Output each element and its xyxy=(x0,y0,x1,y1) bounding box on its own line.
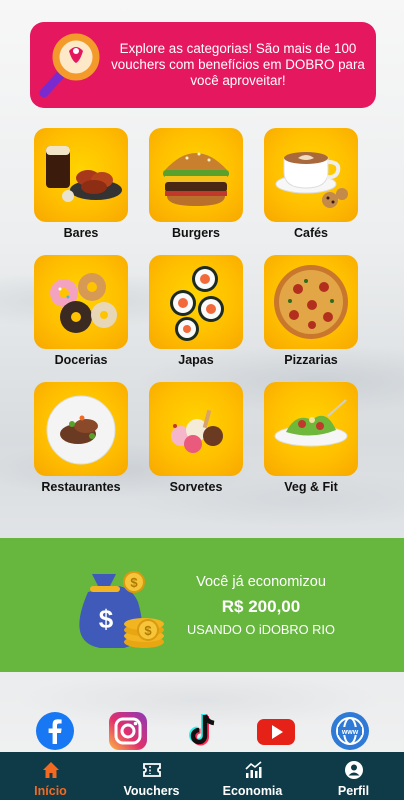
category-label: Veg & Fit xyxy=(284,480,338,494)
category-grid: Bares Burgers Cafés Docerias Japas Pizza… xyxy=(34,128,374,496)
chart-icon xyxy=(244,761,262,778)
svg-text:$: $ xyxy=(130,575,138,590)
instagram-icon[interactable] xyxy=(108,711,148,751)
svg-text:www: www xyxy=(341,729,359,736)
category-tile xyxy=(149,255,243,349)
category-tile xyxy=(34,128,128,222)
category-tile xyxy=(34,255,128,349)
category-bares[interactable]: Bares xyxy=(34,128,128,242)
website-icon[interactable]: www xyxy=(330,711,370,751)
nav-item-perfil[interactable]: Perfil xyxy=(314,760,394,800)
home-icon xyxy=(42,762,59,778)
bottom-nav: Início Vouchers Economia Perfil xyxy=(0,752,404,800)
tiktok-icon[interactable] xyxy=(182,711,222,751)
user-icon xyxy=(344,761,363,779)
nav-label: Economia xyxy=(222,784,283,798)
category-tile xyxy=(149,382,243,476)
nav-item-inicio[interactable]: Início xyxy=(11,760,91,800)
svg-text:$: $ xyxy=(144,623,152,638)
category-tile xyxy=(149,128,243,222)
savings-caption: USANDO O iDOBRO RIO xyxy=(187,622,335,637)
burger-icon xyxy=(163,152,229,206)
banner-text: Explore as categorias! São mais de 100 v… xyxy=(111,41,365,88)
beer-wings-icon xyxy=(46,146,122,202)
category-label: Bares xyxy=(63,226,99,240)
category-sorvetes[interactable]: Sorvetes xyxy=(149,382,243,496)
nav-item-economia[interactable]: Economia xyxy=(213,760,293,800)
salad-icon xyxy=(274,399,348,447)
coffee-icon xyxy=(275,152,348,208)
category-tile xyxy=(264,382,358,476)
sushi-icon xyxy=(170,266,224,341)
category-label: Sorvetes xyxy=(169,480,223,494)
category-tile xyxy=(264,255,358,349)
svg-text:$: $ xyxy=(99,604,114,634)
category-label: Docerias xyxy=(54,353,108,367)
category-label: Cafés xyxy=(293,226,329,240)
category-pizzarias[interactable]: Pizzarias xyxy=(264,255,358,369)
magnifier-icon xyxy=(39,33,100,98)
category-label: Pizzarias xyxy=(284,353,338,367)
nav-label: Início xyxy=(34,784,67,798)
nav-item-vouchers[interactable]: Vouchers xyxy=(112,760,192,800)
facebook-icon[interactable] xyxy=(35,711,75,751)
nav-label: Perfil xyxy=(337,784,370,798)
savings-amount: R$ 200,00 xyxy=(221,597,301,616)
category-restaurantes[interactable]: Restaurantes xyxy=(34,382,128,496)
youtube-icon[interactable] xyxy=(256,711,296,751)
category-japas[interactable]: Japas xyxy=(149,255,243,369)
categories-banner[interactable]: Explore as categorias! São mais de 100 v… xyxy=(30,22,376,108)
category-label: Japas xyxy=(178,353,214,367)
nav-label: Vouchers xyxy=(123,784,180,798)
ticket-icon xyxy=(142,763,161,777)
donuts-icon xyxy=(50,273,117,333)
category-tile xyxy=(264,128,358,222)
category-burgers[interactable]: Burgers xyxy=(149,128,243,242)
category-veg-fit[interactable]: Veg & Fit xyxy=(264,382,358,496)
category-tile xyxy=(34,382,128,476)
category-label: Restaurantes xyxy=(41,480,121,494)
savings-label: Você já economizou xyxy=(196,574,326,590)
ice-cream-icon xyxy=(171,409,223,453)
category-cafes[interactable]: Cafés xyxy=(264,128,358,242)
money-bag-icon: $ $ $ xyxy=(79,571,164,648)
pizza-icon xyxy=(274,265,348,339)
category-label: Burgers xyxy=(172,226,220,240)
savings-panel: $ $ $ Você já economizou R$ 200,00 USAND… xyxy=(0,538,404,672)
category-docerias[interactable]: Docerias xyxy=(34,255,128,369)
plate-icon xyxy=(46,395,116,465)
social-links: www xyxy=(0,711,404,751)
